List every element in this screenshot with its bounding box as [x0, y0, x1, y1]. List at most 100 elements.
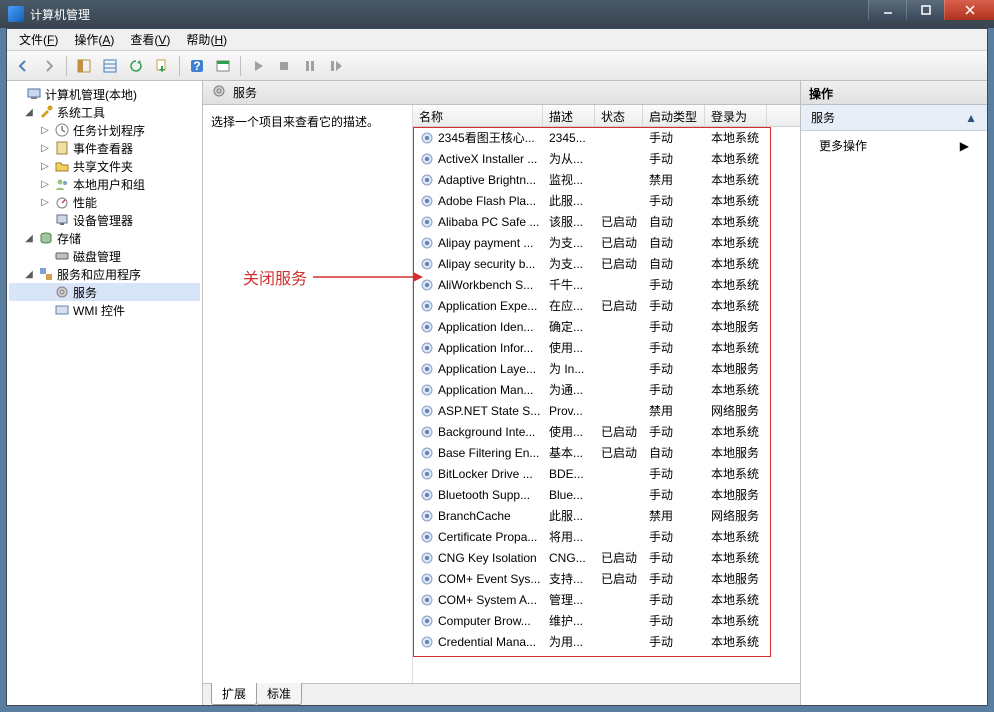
gear-icon [419, 403, 435, 419]
collapse-icon: ▲ [965, 111, 977, 125]
service-startup: 手动 [643, 462, 705, 485]
refresh-button[interactable] [124, 54, 148, 78]
service-status [595, 471, 643, 477]
service-row[interactable]: Adobe Flash Pla...此服...手动本地系统 [413, 190, 800, 211]
toolbar: ? [7, 51, 987, 81]
service-row[interactable]: Bluetooth Supp...Blue...手动本地服务 [413, 484, 800, 505]
event-icon [54, 140, 70, 156]
start-service-button[interactable] [246, 54, 270, 78]
gear-icon [419, 151, 435, 167]
menu-action[interactable]: 操作(A) [66, 29, 122, 50]
service-row[interactable]: Alipay payment ...为支...已启动自动本地系统 [413, 232, 800, 253]
column-name[interactable]: 名称 [413, 105, 543, 126]
tree-item-local-users[interactable]: ▷本地用户和组 [9, 175, 200, 193]
users-icon [54, 176, 70, 192]
properties-button[interactable] [211, 54, 235, 78]
service-logon: 网络服务 [705, 399, 767, 422]
tree-item-performance[interactable]: ▷性能 [9, 193, 200, 211]
service-row[interactable]: Computer Brow...维护...手动本地系统 [413, 610, 800, 631]
service-row[interactable]: Base Filtering En...基本...已启动自动本地服务 [413, 442, 800, 463]
tree-root[interactable]: 计算机管理(本地) [9, 85, 200, 103]
service-row[interactable]: Alibaba PC Safe ...该服...已启动自动本地系统 [413, 211, 800, 232]
service-row[interactable]: Application Man...为通...手动本地系统 [413, 379, 800, 400]
tree-group-services-apps[interactable]: ◢ 服务和应用程序 [9, 265, 200, 283]
tab-extended[interactable]: 扩展 [211, 683, 257, 705]
maximize-button[interactable] [906, 0, 944, 20]
column-desc[interactable]: 描述 [543, 105, 595, 126]
tree-item-shared-folders[interactable]: ▷共享文件夹 [9, 157, 200, 175]
minimize-button[interactable] [868, 0, 906, 20]
service-desc: 管理... [543, 588, 595, 611]
service-desc: 监视... [543, 168, 595, 191]
service-row[interactable]: Application Infor...使用...手动本地系统 [413, 337, 800, 358]
service-row[interactable]: AliWorkbench S...千牛...手动本地系统 [413, 274, 800, 295]
tree-label: 服务 [73, 284, 97, 301]
expand-icon[interactable]: ▷ [39, 143, 51, 154]
collapse-icon[interactable]: ◢ [23, 107, 35, 118]
service-row[interactable]: Background Inte...使用...已启动手动本地系统 [413, 421, 800, 442]
service-row[interactable]: 2345看图王核心...2345...手动本地系统 [413, 127, 800, 148]
actions-group[interactable]: 服务 ▲ [801, 105, 987, 131]
service-row[interactable]: Application Laye...为 In...手动本地服务 [413, 358, 800, 379]
service-row[interactable]: ActiveX Installer ...为从...手动本地系统 [413, 148, 800, 169]
tree-item-event-viewer[interactable]: ▷事件查看器 [9, 139, 200, 157]
column-startup[interactable]: 启动类型 [643, 105, 705, 126]
tree-item-disk-management[interactable]: 磁盘管理 [9, 247, 200, 265]
service-row[interactable]: CNG Key IsolationCNG...已启动手动本地系统 [413, 547, 800, 568]
tree-item-task-scheduler[interactable]: ▷任务计划程序 [9, 121, 200, 139]
view-button[interactable] [98, 54, 122, 78]
service-row[interactable]: Adaptive Brightn...监视...禁用本地系统 [413, 169, 800, 190]
window-titlebar: 计算机管理 [0, 0, 994, 28]
navigation-tree[interactable]: 计算机管理(本地) ◢ 系统工具 ▷任务计划程序 ▷事件查看器 ▷共享文件夹 ▷… [7, 81, 203, 705]
actions-more[interactable]: 更多操作 ▶ [801, 131, 987, 160]
tree-item-services[interactable]: 服务 [9, 283, 200, 301]
service-desc: 将用... [543, 525, 595, 548]
collapse-icon[interactable]: ◢ [23, 233, 35, 244]
menu-file[interactable]: 文件(F) [11, 29, 66, 50]
tree-group-storage[interactable]: ◢ 存储 [9, 229, 200, 247]
show-hide-tree-button[interactable] [72, 54, 96, 78]
annotation-arrow [313, 269, 423, 285]
service-name: Alipay payment ... [438, 236, 533, 250]
export-button[interactable] [150, 54, 174, 78]
service-name: AliWorkbench S... [438, 278, 533, 292]
column-status[interactable]: 状态 [595, 105, 643, 126]
close-button[interactable] [944, 0, 994, 20]
tree-item-device-manager[interactable]: 设备管理器 [9, 211, 200, 229]
expand-icon[interactable]: ▷ [39, 197, 51, 208]
service-row[interactable]: BranchCache此服...禁用网络服务 [413, 505, 800, 526]
help-button[interactable]: ? [185, 54, 209, 78]
service-row[interactable]: Application Expe...在应...已启动手动本地系统 [413, 295, 800, 316]
pause-service-button[interactable] [298, 54, 322, 78]
service-desc: 此服... [543, 504, 595, 527]
service-logon: 本地服务 [705, 357, 767, 380]
expand-icon[interactable]: ▷ [39, 161, 51, 172]
expand-icon[interactable]: ▷ [39, 179, 51, 190]
service-desc: 该服... [543, 210, 595, 233]
service-row[interactable]: Application Iden...确定...手动本地服务 [413, 316, 800, 337]
service-status [595, 534, 643, 540]
service-row[interactable]: Certificate Propa...将用...手动本地系统 [413, 526, 800, 547]
service-row[interactable]: Credential Mana...为用...手动本地系统 [413, 631, 800, 652]
main-content: 计算机管理(本地) ◢ 系统工具 ▷任务计划程序 ▷事件查看器 ▷共享文件夹 ▷… [7, 81, 987, 705]
nav-forward-button[interactable] [37, 54, 61, 78]
service-logon: 本地系统 [705, 630, 767, 653]
menu-view[interactable]: 查看(V) [122, 29, 178, 50]
nav-back-button[interactable] [11, 54, 35, 78]
restart-service-button[interactable] [324, 54, 348, 78]
service-row[interactable]: COM+ System A...管理...手动本地系统 [413, 589, 800, 610]
collapse-icon[interactable]: ◢ [23, 269, 35, 280]
service-row[interactable]: COM+ Event Sys...支持...已启动手动本地服务 [413, 568, 800, 589]
service-row[interactable]: BitLocker Drive ...BDE...手动本地系统 [413, 463, 800, 484]
menu-help[interactable]: 帮助(H) [178, 29, 235, 50]
tab-standard[interactable]: 标准 [256, 683, 302, 705]
expand-icon[interactable]: ▷ [39, 125, 51, 136]
tree-group-system-tools[interactable]: ◢ 系统工具 [9, 103, 200, 121]
service-row[interactable]: ASP.NET State S...Prov...禁用网络服务 [413, 400, 800, 421]
services-list[interactable]: 名称 描述 状态 启动类型 登录为 2345看图王核心...2345...手动本… [413, 105, 800, 683]
service-name: CNG Key Isolation [438, 551, 537, 565]
column-logon[interactable]: 登录为 [705, 105, 767, 126]
stop-service-button[interactable] [272, 54, 296, 78]
service-row[interactable]: Alipay security b...为支...已启动自动本地系统 [413, 253, 800, 274]
tree-item-wmi[interactable]: WMI 控件 [9, 301, 200, 319]
